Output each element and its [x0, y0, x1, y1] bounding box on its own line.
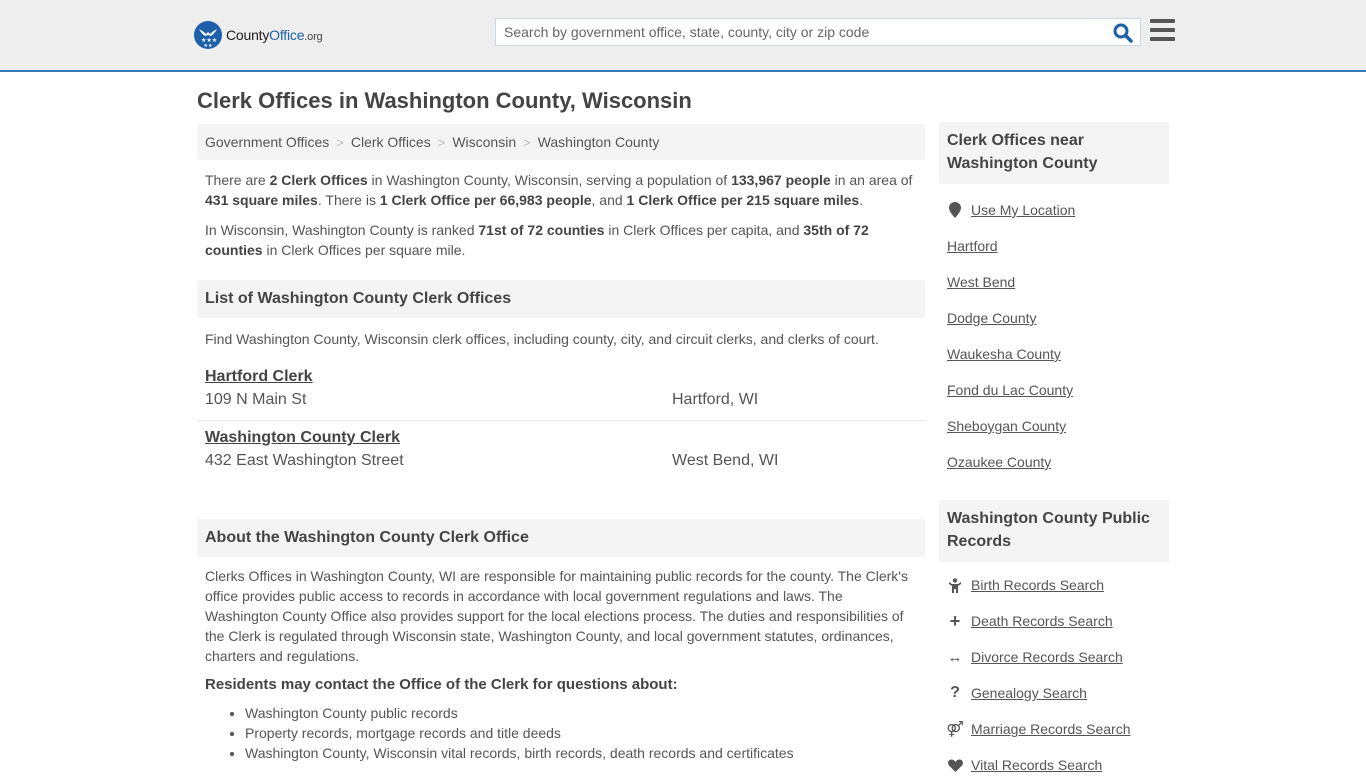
records-item: ? Genealogy Search — [947, 675, 1161, 711]
office-list-item: Washington County Clerk 432 East Washing… — [197, 420, 925, 481]
about-section: About the Washington County Clerk Office… — [197, 519, 925, 763]
about-topic-item: Property records, mortgage records and t… — [245, 723, 925, 743]
office-address: 109 N Main St — [205, 391, 307, 408]
search-icon — [1113, 23, 1133, 43]
office-city: Hartford, WI — [672, 391, 759, 408]
logo-text: CountyOffice.org — [226, 27, 323, 43]
site-logo[interactable]: ★★★ ★★ CountyOffice.org — [194, 21, 323, 49]
intro-summary: There are 2 Clerk Offices in Washington … — [197, 170, 925, 260]
main-content: Government Offices > Clerk Offices > Wis… — [197, 124, 925, 763]
summary-paragraph: There are 2 Clerk Offices in Washington … — [205, 172, 913, 208]
page-title: Clerk Offices in Washington County, Wisc… — [197, 88, 692, 113]
plus-icon: + — [949, 610, 961, 631]
nearby-link[interactable]: Fond du Lac County — [947, 382, 1073, 398]
about-topic-item: Washington County public records — [245, 703, 925, 723]
records-item: ⚤ Marriage Records Search — [946, 711, 1161, 747]
nearby-item: West Bend — [947, 264, 1161, 300]
records-link[interactable]: Death Records Search — [971, 613, 1113, 629]
site-header: ★★★ ★★ CountyOffice.org — [0, 0, 1366, 72]
records-link[interactable]: Marriage Records Search — [971, 721, 1131, 737]
sidebar-heading: Washington County Public Records — [939, 500, 1169, 562]
office-name-link[interactable]: Hartford Clerk — [205, 366, 313, 388]
hamburger-menu-button[interactable] — [1150, 19, 1175, 41]
breadcrumb-separator: > — [437, 134, 446, 150]
child-icon — [947, 577, 963, 593]
office-city: West Bend, WI — [672, 452, 779, 469]
menu-bar — [1150, 37, 1175, 41]
section-description: Find Washington County, Wisconsin clerk … — [205, 331, 879, 347]
nearby-item: Sheboygan County — [947, 408, 1161, 444]
office-list-item: Hartford Clerk 109 N Main St Hartford, W… — [197, 360, 925, 420]
records-item: ↔ Divorce Records Search — [947, 639, 1161, 675]
office-list-section: List of Washington County Clerk Offices … — [197, 280, 925, 481]
map-marker-icon — [947, 202, 963, 218]
nearby-link[interactable]: Dodge County — [947, 310, 1037, 326]
menu-bar — [1150, 19, 1175, 23]
menu-bar — [1150, 28, 1175, 32]
office-address: 432 East Washington Street — [205, 452, 404, 469]
nearby-item: Ozaukee County — [947, 444, 1161, 480]
records-link[interactable]: Vital Records Search — [971, 757, 1102, 773]
search-button[interactable] — [1112, 22, 1134, 44]
search-input[interactable] — [496, 19, 1106, 45]
question-icon: ? — [950, 684, 960, 701]
ranking-paragraph: In Wisconsin, Washington County is ranke… — [205, 222, 869, 258]
public-records-panel: Washington County Public Records Birth R… — [939, 500, 1169, 783]
nearby-offices-panel: Clerk Offices near Washington County Use… — [939, 122, 1169, 480]
use-my-location-item: Use My Location — [947, 192, 1161, 228]
use-my-location-link[interactable]: Use My Location — [971, 202, 1075, 218]
records-link[interactable]: Divorce Records Search — [971, 649, 1123, 665]
about-paragraph: Clerks Offices in Washington County, WI … — [205, 568, 908, 664]
sidebar-heading: Clerk Offices near Washington County — [939, 122, 1169, 184]
nearby-item: Waukesha County — [947, 336, 1161, 372]
heartbeat-icon — [947, 757, 963, 773]
nearby-link[interactable]: West Bend — [947, 274, 1015, 290]
records-link[interactable]: Birth Records Search — [971, 577, 1104, 593]
breadcrumb: Government Offices > Clerk Offices > Wis… — [197, 124, 925, 160]
records-item: Vital Records Search — [947, 747, 1161, 783]
breadcrumb-item[interactable]: Wisconsin — [452, 134, 516, 150]
search-box — [495, 18, 1141, 46]
records-item: + Death Records Search — [947, 603, 1161, 639]
sidebar: Clerk Offices near Washington County Use… — [939, 122, 1169, 783]
breadcrumb-separator: > — [523, 134, 531, 150]
nearby-item: Fond du Lac County — [947, 372, 1161, 408]
records-link[interactable]: Genealogy Search — [971, 685, 1087, 701]
nearby-link[interactable]: Waukesha County — [947, 346, 1061, 362]
office-list: Hartford Clerk 109 N Main St Hartford, W… — [197, 360, 925, 481]
eagle-stars-logo-icon: ★★★ ★★ — [194, 21, 222, 49]
venus-mars-icon: ⚤ — [946, 720, 964, 738]
about-topic-item: Washington County, Wisconsin vital recor… — [245, 743, 925, 763]
about-topics-list: Washington County public records Propert… — [197, 703, 925, 763]
nearby-link[interactable]: Ozaukee County — [947, 454, 1051, 470]
nearby-link[interactable]: Hartford — [947, 238, 998, 254]
section-heading: About the Washington County Clerk Office — [197, 519, 925, 557]
breadcrumb-item[interactable]: Clerk Offices — [351, 134, 431, 150]
section-heading: List of Washington County Clerk Offices — [197, 280, 925, 318]
arrows-horizontal-icon: ↔ — [947, 648, 963, 666]
nearby-item: Hartford — [947, 228, 1161, 264]
breadcrumb-item[interactable]: Washington County — [538, 134, 660, 150]
nearby-link[interactable]: Sheboygan County — [947, 418, 1066, 434]
breadcrumb-item[interactable]: Government Offices — [205, 134, 329, 150]
svg-text:★★: ★★ — [204, 43, 213, 49]
about-subheading: Residents may contact the Office of the … — [205, 676, 678, 693]
office-name-link[interactable]: Washington County Clerk — [205, 427, 400, 449]
records-item: Birth Records Search — [947, 567, 1161, 603]
breadcrumb-separator: > — [336, 134, 344, 150]
nearby-item: Dodge County — [947, 300, 1161, 336]
